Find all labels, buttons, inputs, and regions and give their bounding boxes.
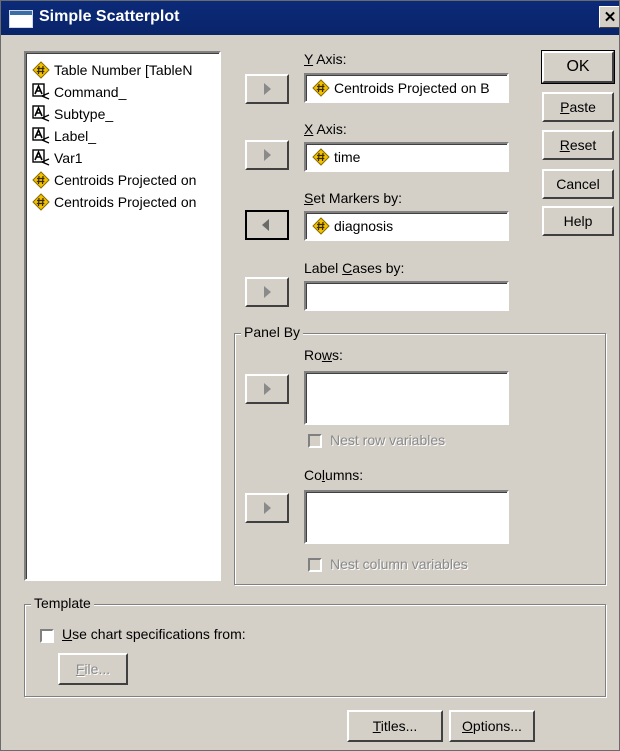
variable-list-item[interactable]: Centroids Projected on <box>32 169 219 191</box>
arrow-right-icon <box>264 149 271 161</box>
variable-list-item[interactable]: Command_ <box>32 81 219 103</box>
set-markers-field[interactable]: diagnosis <box>304 211 509 241</box>
set-markers-value: diagnosis <box>334 218 394 234</box>
variable-label: Centroids Projected on <box>54 172 197 188</box>
ok-button[interactable]: OK <box>541 50 615 84</box>
nest-row-label: Nest row variables <box>330 432 446 448</box>
file-button[interactable]: File... <box>58 653 128 685</box>
window-icon <box>9 10 33 28</box>
panel-by-title: Panel By <box>241 324 304 340</box>
arrow-right-icon <box>264 383 271 395</box>
columns-field[interactable] <box>304 490 509 544</box>
columns-label: Columns: <box>304 467 364 483</box>
template-title: Template <box>31 595 94 611</box>
arrow-left-icon <box>262 219 269 231</box>
paste-button[interactable]: Paste <box>542 92 614 122</box>
variable-label: Label_ <box>54 128 97 144</box>
variable-list-item[interactable]: Centroids Projected on <box>32 191 219 213</box>
source-variable-list[interactable]: Table Number [TableN Command_ Subtype_ Labe… <box>24 51 221 581</box>
columns-move-button[interactable] <box>245 493 289 523</box>
y-axis-move-button[interactable] <box>245 74 289 104</box>
scale-variable-icon <box>312 79 330 97</box>
variable-label: Table Number [TableN <box>54 62 193 78</box>
scale-variable-icon <box>32 61 50 79</box>
nest-row-checkbox[interactable] <box>308 434 322 448</box>
set-markers-move-button[interactable] <box>245 210 289 240</box>
rows-move-button[interactable] <box>245 374 289 404</box>
variable-list-item[interactable]: Subtype_ <box>32 103 219 125</box>
variable-label: Var1 <box>54 150 83 166</box>
y-axis-value: Centroids Projected on B <box>334 80 490 96</box>
nominal-variable-icon <box>32 83 50 101</box>
arrow-right-icon <box>264 286 271 298</box>
reset-button[interactable]: Reset <box>542 130 614 160</box>
variable-list-item[interactable]: Table Number [TableN <box>32 59 219 81</box>
use-chart-spec-label: Use chart specifications from: <box>62 626 246 642</box>
scale-variable-icon <box>312 148 330 166</box>
x-axis-move-button[interactable] <box>245 140 289 170</box>
simple-scatterplot-dialog: Simple Scatterplot ✕ Table Number [Table… <box>0 0 620 751</box>
title-bar: Simple Scatterplot ✕ <box>1 1 619 35</box>
variable-list-item[interactable]: Var1 <box>32 147 219 169</box>
titles-button[interactable]: Titles... <box>347 710 443 742</box>
label-cases-field[interactable] <box>304 281 509 311</box>
window-title: Simple Scatterplot <box>39 8 180 25</box>
x-axis-label: X Axis: <box>304 121 347 137</box>
rows-label: Rows: <box>304 347 343 363</box>
cancel-button[interactable]: Cancel <box>542 169 614 199</box>
help-button[interactable]: Help <box>542 206 614 236</box>
use-chart-spec-checkbox[interactable] <box>40 629 54 643</box>
arrow-right-icon <box>264 502 271 514</box>
label-cases-move-button[interactable] <box>245 277 289 307</box>
nominal-variable-icon <box>32 105 50 123</box>
rows-field[interactable] <box>304 371 509 425</box>
nominal-variable-icon <box>32 127 50 145</box>
nominal-variable-icon <box>32 149 50 167</box>
variable-label: Centroids Projected on <box>54 194 197 210</box>
x-axis-field[interactable]: time <box>304 142 509 172</box>
label-cases-label: Label Cases by: <box>304 260 405 276</box>
scale-variable-icon <box>32 171 50 189</box>
options-button[interactable]: Options... <box>449 710 535 742</box>
scale-variable-icon <box>312 217 330 235</box>
scale-variable-icon <box>32 193 50 211</box>
nest-column-label: Nest column variables <box>330 556 468 572</box>
y-axis-label: Y Axis: <box>304 51 347 67</box>
y-axis-field[interactable]: Centroids Projected on B <box>304 73 509 103</box>
close-button[interactable]: ✕ <box>599 6 619 28</box>
variable-label: Command_ <box>54 84 127 100</box>
nest-column-checkbox[interactable] <box>308 558 322 572</box>
arrow-right-icon <box>264 83 271 95</box>
x-axis-value: time <box>334 149 361 165</box>
variable-list-item[interactable]: Label_ <box>32 125 219 147</box>
set-markers-label: Set Markers by: <box>304 190 403 206</box>
variable-label: Subtype_ <box>54 106 114 122</box>
